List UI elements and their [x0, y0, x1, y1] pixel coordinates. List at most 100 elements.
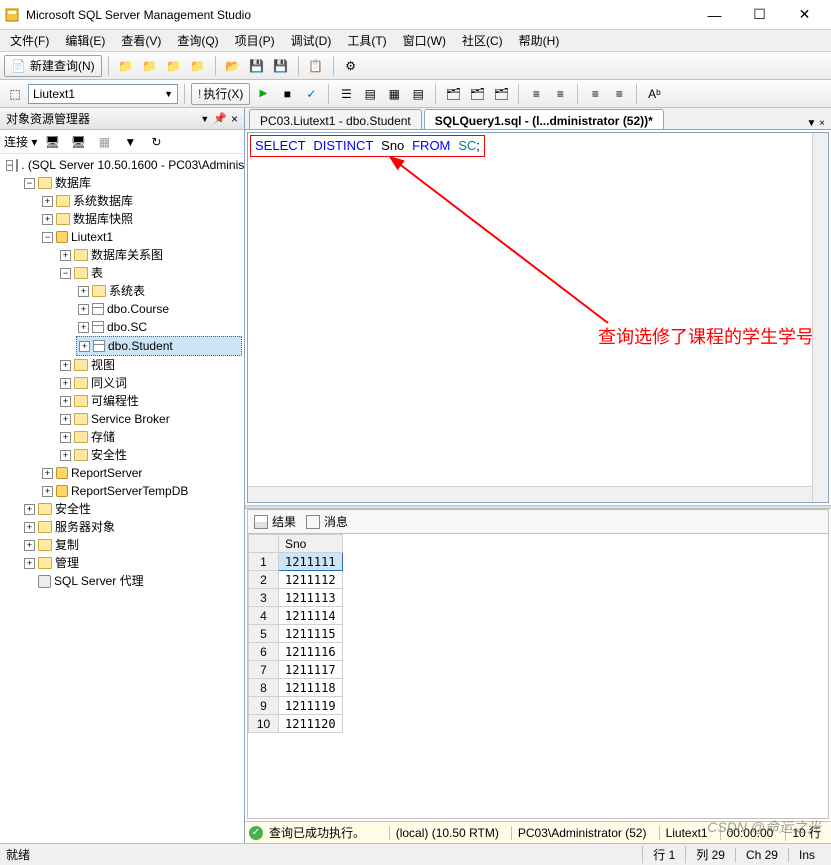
menu-debug[interactable]: 调试(D) [285, 30, 338, 51]
editor-scrollbar-v[interactable] [812, 133, 828, 502]
expand-icon[interactable]: + [42, 486, 53, 497]
maximize-button[interactable]: ☐ [737, 1, 782, 29]
tree-management[interactable]: +管理 [22, 554, 242, 572]
toolbar-button[interactable]: 📁 [187, 55, 209, 77]
menu-community[interactable]: 社区(C) [456, 30, 509, 51]
col-header[interactable]: Sno [279, 535, 343, 553]
toolbar-button[interactable]: 🗂 [466, 83, 488, 105]
expand-icon[interactable]: + [42, 468, 53, 479]
tree-diagrams[interactable]: +数据库关系图 [58, 246, 242, 264]
indent-out-button[interactable]: ≡ [525, 83, 547, 105]
toolbar-button[interactable]: 📋 [305, 55, 327, 77]
expand-icon[interactable]: + [60, 450, 71, 461]
tree-agent[interactable]: SQL Server 代理 [22, 572, 242, 590]
new-query-button[interactable]: 📄 新建查询(N) [4, 55, 102, 77]
table-row[interactable]: 51211115 [249, 625, 343, 643]
expand-icon[interactable]: + [60, 378, 71, 389]
toolbar-button[interactable]: ▤ [407, 83, 429, 105]
database-combo[interactable]: Liutext1 ▼ [28, 84, 178, 104]
expand-icon[interactable]: + [24, 522, 35, 533]
cell-value[interactable]: 1211117 [279, 661, 343, 679]
toolbar-button[interactable]: 🗂 [490, 83, 512, 105]
expand-icon[interactable]: + [24, 558, 35, 569]
connect-label[interactable]: 连接 ▾ [4, 133, 37, 150]
menu-window[interactable]: 窗口(W) [397, 30, 452, 51]
expand-icon[interactable]: + [79, 341, 90, 352]
sql-editor[interactable]: SELECT DISTINCT Sno FROM SC; 查询选修了课程的学生学… [247, 132, 829, 503]
tree-service-broker[interactable]: +Service Broker [58, 410, 242, 428]
menu-project[interactable]: 项目(P) [229, 30, 281, 51]
messages-tab[interactable]: 消息 [306, 513, 348, 530]
tree-reportservertemp[interactable]: +ReportServerTempDB [40, 482, 242, 500]
expand-icon[interactable]: + [60, 414, 71, 425]
toolbar-button[interactable]: 📁 [139, 55, 161, 77]
expand-icon[interactable]: + [60, 396, 71, 407]
toolbar-button[interactable]: Aᵇ [643, 83, 665, 105]
tab-student[interactable]: PC03.Liutext1 - dbo.Student [249, 109, 422, 129]
tree-db-liutext1[interactable]: −Liutext1 [40, 228, 242, 246]
tree-security-db[interactable]: +安全性 [58, 446, 242, 464]
cell-value[interactable]: 1211116 [279, 643, 343, 661]
expand-icon[interactable]: + [60, 432, 71, 443]
expand-icon[interactable]: + [60, 250, 71, 261]
cell-value[interactable]: 1211112 [279, 571, 343, 589]
results-tab[interactable]: 结果 [254, 513, 296, 530]
table-row[interactable]: 71211117 [249, 661, 343, 679]
toolbar-button[interactable]: ⬚ [4, 83, 26, 105]
tree-sysdb[interactable]: +系统数据库 [40, 192, 242, 210]
toolbar-button[interactable]: ☰ [335, 83, 357, 105]
cell-value[interactable]: 1211113 [279, 589, 343, 607]
parse-button[interactable]: ✓ [300, 83, 322, 105]
cell-value[interactable]: 1211119 [279, 697, 343, 715]
expand-icon[interactable]: + [24, 504, 35, 515]
pin-icon[interactable]: 📌 [213, 112, 227, 125]
table-row[interactable]: 101211120 [249, 715, 343, 733]
toolbar-button[interactable]: ▤ [359, 83, 381, 105]
uncomment-button[interactable]: ≡ [608, 83, 630, 105]
open-button[interactable]: 📂 [222, 55, 244, 77]
table-row[interactable]: 41211114 [249, 607, 343, 625]
tree-reportserver[interactable]: +ReportServer [40, 464, 242, 482]
toolbar-button[interactable]: 🖥 [67, 131, 89, 153]
comment-button[interactable]: ≡ [584, 83, 606, 105]
tree-table-student[interactable]: +dbo.Student [76, 336, 242, 356]
tree-replication[interactable]: +复制 [22, 536, 242, 554]
collapse-icon[interactable]: − [60, 268, 71, 279]
tree-storage[interactable]: +存储 [58, 428, 242, 446]
stop-button[interactable]: ■ [276, 83, 298, 105]
close-button[interactable]: ✕ [782, 1, 827, 29]
toolbar-button[interactable]: ▦ [383, 83, 405, 105]
toolbar-button[interactable]: 📁 [115, 55, 137, 77]
expand-icon[interactable]: + [60, 360, 71, 371]
tab-sqlquery[interactable]: SQLQuery1.sql - (l...dministrator (52))* [424, 109, 664, 129]
tree-tables[interactable]: −表 [58, 264, 242, 282]
tree-snapshots[interactable]: +数据库快照 [40, 210, 242, 228]
tree-security[interactable]: +安全性 [22, 500, 242, 518]
dropdown-icon[interactable]: ▼ [200, 114, 209, 124]
menu-help[interactable]: 帮助(H) [513, 30, 566, 51]
tree-table-sc[interactable]: +dbo.SC [76, 318, 242, 336]
table-row[interactable]: 91211119 [249, 697, 343, 715]
tree-table-course[interactable]: +dbo.Course [76, 300, 242, 318]
cell-value[interactable]: 1211114 [279, 607, 343, 625]
table-row[interactable]: 21211112 [249, 571, 343, 589]
tree-databases[interactable]: −数据库 [22, 174, 242, 192]
save-all-button[interactable]: 💾 [270, 55, 292, 77]
table-row[interactable]: 31211113 [249, 589, 343, 607]
menu-edit[interactable]: 编辑(E) [59, 30, 111, 51]
cell-value[interactable]: 1211120 [279, 715, 343, 733]
menu-query[interactable]: 查询(Q) [171, 30, 224, 51]
tree-server-objects[interactable]: +服务器对象 [22, 518, 242, 536]
menu-file[interactable]: 文件(F) [4, 30, 55, 51]
debug-button[interactable]: ▶ [252, 83, 274, 105]
expand-icon[interactable]: + [42, 196, 53, 207]
table-row[interactable]: 81211118 [249, 679, 343, 697]
filter-button[interactable]: ▼ [119, 131, 141, 153]
expand-icon[interactable]: + [78, 304, 89, 315]
close-panel-button[interactable]: × [231, 112, 238, 126]
menu-tools[interactable]: 工具(T) [341, 30, 392, 51]
tree-programmability[interactable]: +可编程性 [58, 392, 242, 410]
minimize-button[interactable]: — [692, 1, 737, 29]
expand-icon[interactable]: + [24, 540, 35, 551]
save-button[interactable]: 💾 [246, 55, 268, 77]
